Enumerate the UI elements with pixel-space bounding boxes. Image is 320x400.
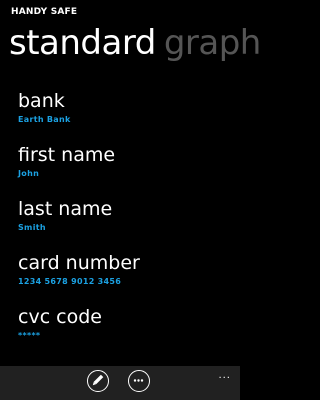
more-icon bbox=[133, 379, 144, 382]
field-value: ***** bbox=[18, 331, 41, 340]
field-label: bank bbox=[18, 90, 65, 112]
field-label: last name bbox=[18, 198, 113, 220]
field-value: Smith bbox=[18, 223, 46, 232]
app-bar-menu-dots[interactable]: ... bbox=[218, 371, 231, 381]
field-last-name: last name Smith bbox=[18, 196, 240, 250]
field-list: bank Earth Bank first name John last nam… bbox=[18, 88, 240, 358]
field-value: Earth Bank bbox=[18, 115, 71, 124]
more-button[interactable] bbox=[128, 370, 150, 392]
edit-icon bbox=[92, 374, 104, 386]
field-first-name: first name John bbox=[18, 142, 240, 196]
field-card-number: card number 1234 5678 9012 3456 bbox=[18, 250, 240, 304]
pivot-headers: standard graph bbox=[9, 21, 261, 65]
field-value: John bbox=[18, 169, 40, 178]
field-label: first name bbox=[18, 144, 116, 166]
pivot-tab-standard[interactable]: standard bbox=[9, 21, 156, 65]
app-bar: ... bbox=[0, 366, 240, 400]
app-title: HANDY SAFE bbox=[11, 7, 78, 17]
field-cvc-code: cvc code ***** bbox=[18, 304, 240, 358]
field-value: 1234 5678 9012 3456 bbox=[18, 277, 122, 286]
edit-button[interactable] bbox=[87, 370, 109, 392]
field-label: card number bbox=[18, 252, 140, 274]
pivot-tab-graph[interactable]: graph bbox=[164, 21, 262, 65]
field-label: cvc code bbox=[18, 306, 102, 328]
field-bank: bank Earth Bank bbox=[18, 88, 240, 142]
